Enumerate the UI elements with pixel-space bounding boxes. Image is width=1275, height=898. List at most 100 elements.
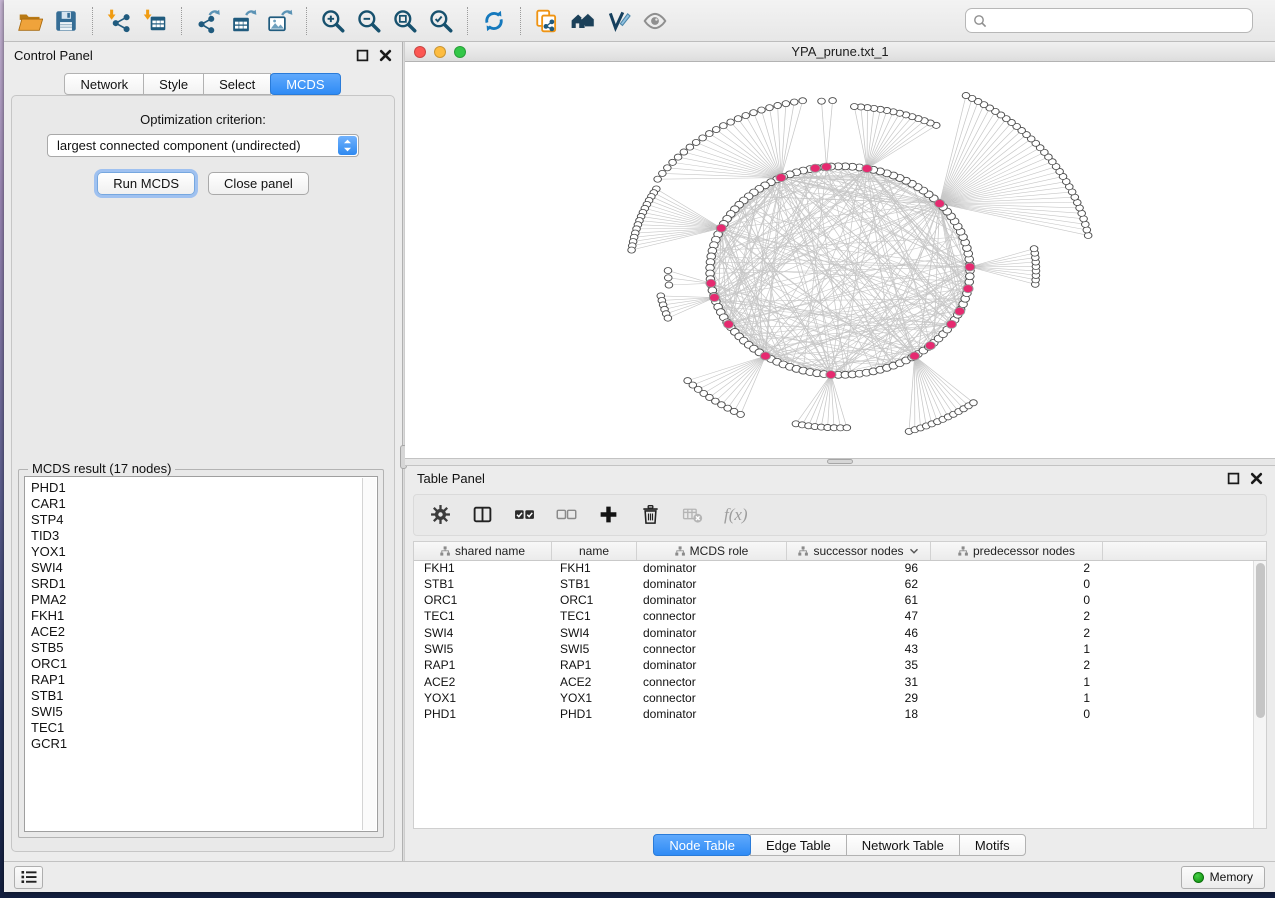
task-history-button[interactable] (14, 866, 43, 889)
leaf-node[interactable] (692, 139, 700, 145)
leaf-node[interactable] (659, 170, 667, 176)
table-row[interactable]: SWI5SWI5connector431 (414, 642, 1266, 658)
dropdown-stepper-icon[interactable] (338, 136, 357, 155)
close-panel-button[interactable]: Close panel (208, 172, 309, 195)
horizontal-splitter[interactable] (405, 458, 1275, 466)
dominator-node[interactable] (862, 165, 872, 173)
leaf-node[interactable] (712, 126, 720, 132)
dominator-node[interactable] (706, 279, 716, 287)
leaf-node[interactable] (699, 135, 707, 141)
search-box[interactable] (965, 8, 1253, 33)
select-all-icon[interactable] (514, 504, 535, 525)
zoom-selected-button[interactable] (423, 4, 459, 38)
leaf-node[interactable] (706, 131, 714, 137)
tab-mcds[interactable]: MCDS (270, 73, 340, 95)
mcds-result-item[interactable]: STB5 (31, 640, 377, 656)
leaf-node[interactable] (727, 119, 735, 125)
zoom-out-button[interactable] (351, 4, 387, 38)
column-header-successor-nodes[interactable]: successor nodes (787, 542, 931, 560)
mcds-result-item[interactable]: STP4 (31, 512, 377, 528)
horizontal-splitter-handle[interactable] (827, 459, 853, 464)
save-session-button[interactable] (48, 4, 84, 38)
tab-node-table[interactable]: Node Table (653, 834, 751, 856)
leaf-node[interactable] (720, 123, 728, 129)
dominator-node[interactable] (925, 342, 935, 350)
leaf-node[interactable] (742, 113, 750, 119)
criterion-dropdown[interactable]: largest connected component (undirected) (47, 134, 359, 157)
tab-network-table[interactable]: Network Table (846, 834, 960, 856)
mcds-result-item[interactable]: SWI5 (31, 704, 377, 720)
style-validator-button[interactable] (601, 4, 637, 38)
network-node[interactable] (966, 273, 975, 280)
leaf-node[interactable] (799, 98, 807, 104)
column-header-name[interactable]: name (552, 542, 637, 560)
mcds-result-item[interactable]: TID3 (31, 528, 377, 544)
leaf-node[interactable] (664, 268, 672, 274)
column-header-shared-name[interactable]: shared name (414, 542, 552, 560)
network-graph[interactable] (405, 62, 1275, 458)
mcds-result-item[interactable]: ACE2 (31, 624, 377, 640)
leaf-node[interactable] (664, 315, 672, 321)
leaf-node[interactable] (664, 165, 672, 171)
dominator-node[interactable] (955, 307, 965, 315)
dominator-node[interactable] (760, 352, 770, 360)
leaf-node[interactable] (628, 247, 636, 253)
leaf-node[interactable] (737, 411, 745, 417)
leaf-node[interactable] (766, 105, 774, 111)
apply-layout-button[interactable] (476, 4, 512, 38)
leaf-node[interactable] (665, 282, 673, 288)
export-table-button[interactable] (226, 4, 262, 38)
show-columns-icon[interactable] (472, 504, 493, 525)
table-scrollbar-thumb[interactable] (1256, 563, 1265, 718)
table-row[interactable]: ORC1ORC1dominator610 (414, 593, 1266, 609)
table-row[interactable]: PHD1PHD1dominator180 (414, 707, 1266, 723)
leaf-node[interactable] (1082, 221, 1090, 227)
leaf-node[interactable] (758, 107, 766, 113)
mcds-result-item[interactable]: PMA2 (31, 592, 377, 608)
mcds-list-scrollbar[interactable] (362, 478, 376, 830)
leaf-node[interactable] (734, 116, 742, 122)
leaf-node[interactable] (962, 92, 970, 98)
dominator-node[interactable] (821, 163, 831, 171)
float-table-panel-icon[interactable] (1227, 472, 1240, 485)
dominator-node[interactable] (724, 320, 734, 328)
delete-trash-icon[interactable] (640, 504, 661, 525)
table-row[interactable]: STB1STB1dominator620 (414, 577, 1266, 593)
leaf-node[interactable] (1084, 232, 1092, 238)
leaf-node[interactable] (774, 102, 782, 108)
leaf-node[interactable] (686, 144, 694, 150)
mcds-result-item[interactable]: RAP1 (31, 672, 377, 688)
close-table-panel-icon[interactable] (1250, 472, 1263, 485)
mcds-result-item[interactable]: FKH1 (31, 608, 377, 624)
table-scrollbar[interactable] (1253, 561, 1266, 829)
tab-network[interactable]: Network (64, 73, 144, 95)
table-row[interactable]: FKH1FKH1dominator962 (414, 561, 1266, 577)
leaf-node[interactable] (818, 98, 826, 104)
dominator-node[interactable] (709, 294, 719, 302)
mcds-result-list[interactable]: PHD1CAR1STP4TID3YOX1SWI4SRD1PMA2FKH1ACE2… (24, 476, 378, 832)
graphics-details-button[interactable] (637, 4, 673, 38)
dominator-node[interactable] (946, 320, 956, 328)
dominator-node[interactable] (776, 174, 786, 182)
mcds-result-item[interactable]: GCR1 (31, 736, 377, 752)
create-column-plus-icon[interactable] (598, 504, 619, 525)
dominator-node[interactable] (963, 285, 973, 293)
zoom-in-button[interactable] (315, 4, 351, 38)
table-row[interactable]: YOX1YOX1connector291 (414, 691, 1266, 707)
table-row[interactable]: SWI4SWI4dominator462 (414, 626, 1266, 642)
leaf-node[interactable] (750, 110, 758, 116)
table-row[interactable]: ACE2ACE2connector311 (414, 675, 1266, 691)
network-canvas[interactable] (405, 62, 1275, 458)
leaf-node[interactable] (664, 275, 672, 281)
leaf-node[interactable] (829, 98, 837, 104)
mcds-result-item[interactable]: PHD1 (31, 480, 377, 496)
network-overview-button[interactable] (565, 4, 601, 38)
leaf-node[interactable] (674, 154, 682, 160)
leaf-node[interactable] (1030, 246, 1038, 252)
dominator-node[interactable] (910, 352, 920, 360)
mcds-result-item[interactable]: TEC1 (31, 720, 377, 736)
table-row[interactable]: TEC1TEC1connector472 (414, 609, 1266, 625)
leaf-node[interactable] (1083, 227, 1091, 233)
column-header-predecessor-nodes[interactable]: predecessor nodes (931, 542, 1103, 560)
mcds-result-item[interactable]: SWI4 (31, 560, 377, 576)
